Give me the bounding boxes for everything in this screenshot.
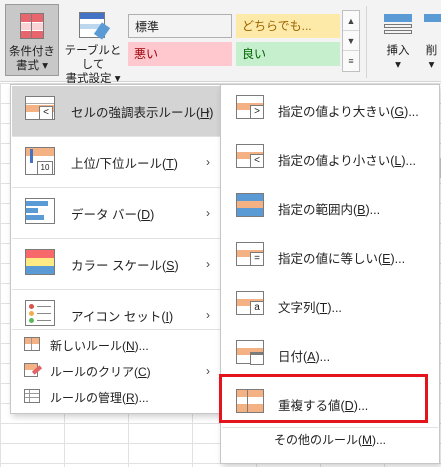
- less-than-icon: <: [236, 144, 268, 174]
- ribbon: 条件付き 書式 ▾ テーブルとして 書式設定 ▾ 標準 どちらでも... 悪い …: [0, 0, 441, 117]
- menu-divider: [12, 329, 220, 330]
- date-occurring-icon: [236, 340, 268, 370]
- top-bottom-icon: 10: [25, 147, 59, 177]
- insert-icon: [382, 10, 414, 40]
- insert-button[interactable]: 挿入 ▾: [376, 4, 420, 76]
- submenu-item-label: 文字列(T)...: [278, 300, 342, 315]
- submenu-item-label: 指定の値より大きい(G)...: [278, 104, 419, 119]
- menu-top-bottom-rules[interactable]: 10 上位/下位ルール(T) ›: [12, 137, 220, 187]
- equal-to-icon: =: [236, 242, 268, 272]
- delete-icon: [422, 10, 441, 40]
- chevron-right-icon: ›: [206, 155, 210, 169]
- highlight-cells-icon: <: [25, 96, 59, 126]
- chevron-right-icon: ›: [206, 206, 210, 220]
- cell-styles-gallery: 標準 どちらでも... 悪い 良い: [128, 10, 340, 72]
- ribbon-separator: [366, 6, 367, 78]
- between-icon: [236, 193, 268, 223]
- menu-item-label: 上位/下位ルール(T): [71, 156, 178, 171]
- insert-label: 挿入: [386, 45, 410, 57]
- text-contains-icon: a: [236, 291, 268, 321]
- menu-data-bars[interactable]: データ バー(D) ›: [12, 188, 220, 238]
- data-bars-icon: [25, 198, 59, 228]
- insert-dropdown: ▾: [395, 59, 401, 71]
- style-bad[interactable]: 悪い: [128, 42, 232, 66]
- scroll-up-icon[interactable]: ▲: [343, 11, 359, 31]
- submenu-equal-to[interactable]: = 指定の値に等しい(E)...: [222, 233, 438, 281]
- menu-item-label: アイコン セット(I): [71, 309, 174, 324]
- submenu-item-label: 指定の値に等しい(E)...: [278, 251, 406, 266]
- conditional-format-label-2: 書式 ▾: [16, 60, 48, 72]
- style-good[interactable]: 良い: [236, 42, 340, 66]
- gallery-more-icon[interactable]: ≡: [343, 51, 359, 71]
- chevron-right-icon: ›: [206, 257, 210, 271]
- menu-item-label: ルールのクリア(C): [50, 364, 151, 379]
- color-scales-icon: [25, 249, 59, 279]
- conditional-format-icon: [16, 11, 48, 41]
- format-as-table-label-1: テーブルとして: [64, 45, 122, 71]
- submenu-item-label: 指定の範囲内(B)...: [278, 202, 381, 217]
- menu-new-rule[interactable]: 新しいルール(N)...: [12, 332, 220, 358]
- chevron-right-icon: ›: [206, 364, 210, 378]
- scroll-down-icon[interactable]: ▼: [343, 31, 359, 51]
- submenu-greater-than[interactable]: > 指定の値より大きい(G)...: [222, 86, 438, 134]
- new-rule-icon: [24, 337, 42, 353]
- icon-sets-icon: [25, 300, 59, 330]
- submenu-item-label: 指定の値より小さい(L)...: [278, 153, 416, 168]
- submenu-item-label: 日付(A)...: [278, 349, 331, 364]
- chevron-right-icon: ›: [206, 308, 210, 322]
- menu-manage-rules[interactable]: ルールの管理(R)...: [12, 384, 220, 410]
- style-normal[interactable]: 標準: [128, 14, 232, 38]
- duplicate-values-highlight: [219, 374, 428, 423]
- submenu-text-contains[interactable]: a 文字列(T)...: [222, 282, 438, 330]
- format-as-table-icon: [77, 10, 111, 40]
- conditional-format-label-1: 条件付き: [9, 46, 55, 58]
- clear-rules-icon: [24, 363, 43, 379]
- delete-dropdown: ▾: [428, 59, 435, 71]
- menu-item-label: データ バー(D): [71, 207, 155, 222]
- menu-item-label: ルールの管理(R)...: [50, 390, 149, 405]
- format-as-table-button[interactable]: テーブルとして 書式設定 ▾: [60, 4, 126, 85]
- chevron-right-icon: ›: [206, 104, 210, 118]
- delete-label: 削: [425, 45, 438, 57]
- menu-item-label: セルの強調表示ルール(H): [71, 105, 214, 120]
- conditional-format-button[interactable]: 条件付き 書式 ▾: [5, 4, 59, 76]
- submenu-between[interactable]: 指定の範囲内(B)...: [222, 184, 438, 232]
- menu-item-label: カラー スケール(S): [71, 258, 179, 273]
- conditional-format-menu: < セルの強調表示ルール(H) › 10 上位/下位ルール(T) › データ バ…: [10, 84, 222, 414]
- manage-rules-icon: [24, 389, 42, 405]
- styles-scroll[interactable]: ▲ ▼ ≡: [342, 10, 360, 72]
- style-neutral[interactable]: どちらでも...: [236, 14, 340, 38]
- menu-item-label: 新しいルール(N)...: [50, 338, 149, 353]
- submenu-more-rules[interactable]: その他のルール(M)...: [222, 427, 438, 453]
- submenu-date-occurring[interactable]: 日付(A)...: [222, 331, 438, 379]
- submenu-less-than[interactable]: < 指定の値より小さい(L)...: [222, 135, 438, 183]
- menu-color-scales[interactable]: カラー スケール(S) ›: [12, 239, 220, 289]
- delete-button[interactable]: 削 ▾: [422, 4, 441, 76]
- greater-than-icon: >: [236, 95, 268, 125]
- menu-clear-rules[interactable]: ルールのクリア(C) ›: [12, 358, 220, 384]
- menu-highlight-cells-rules[interactable]: < セルの強調表示ルール(H) ›: [12, 86, 220, 136]
